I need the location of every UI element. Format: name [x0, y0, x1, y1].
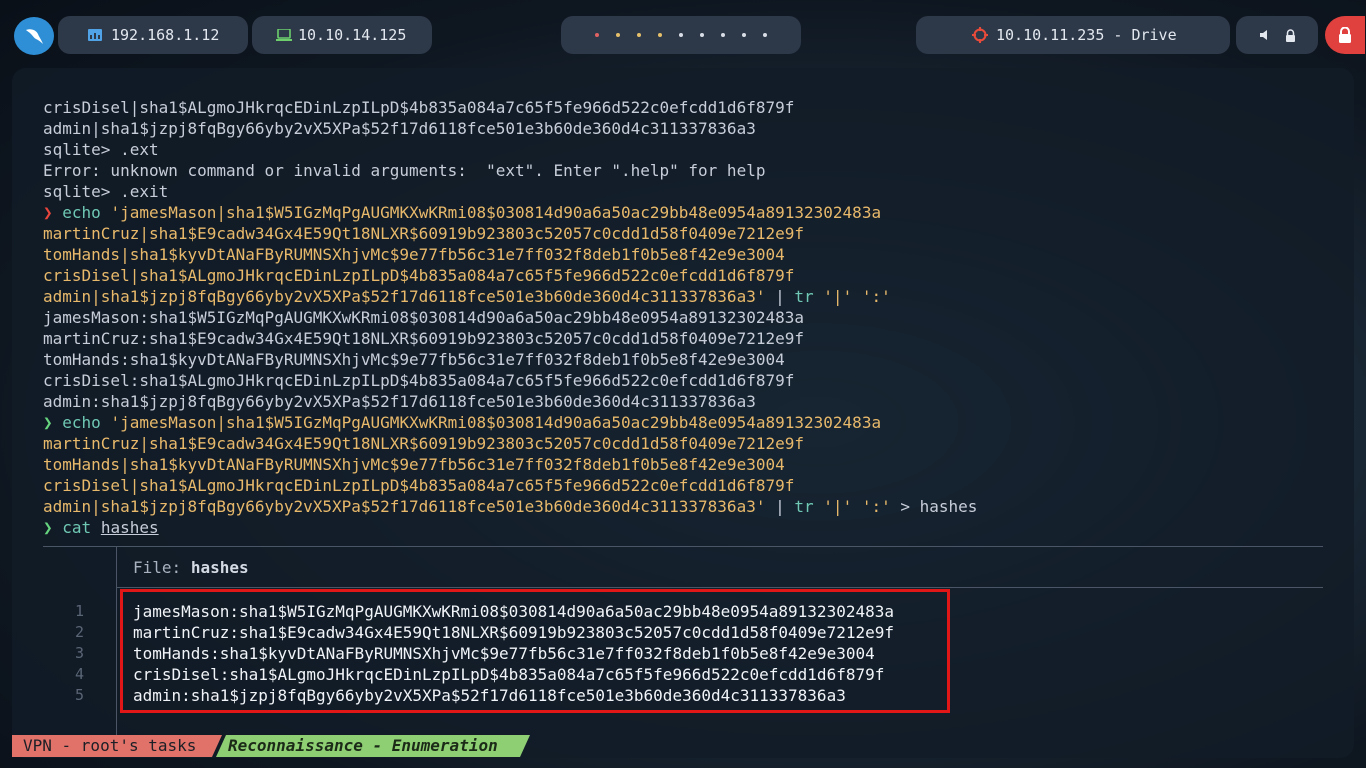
session-status-segment[interactable]: VPN - root's tasks	[12, 735, 222, 757]
terminal-line: Error: unknown command or invalid argume…	[43, 161, 766, 180]
line-number: 1	[74, 602, 84, 620]
tr-arguments: '|' ':'	[823, 497, 891, 516]
tmux-status-bar: VPN - root's tasks Reconnaissance - Enum…	[12, 735, 530, 757]
workspace-dot[interactable]	[616, 33, 620, 37]
target-text: 10.10.11.235 - Drive	[996, 26, 1177, 44]
window-status-segment[interactable]: Reconnaissance - Enumeration	[216, 735, 530, 757]
bat-content-divider	[116, 587, 1323, 588]
line-number: 4	[74, 665, 84, 683]
laptop-icon	[276, 29, 292, 41]
workspace-dot[interactable]	[658, 33, 662, 37]
target-widget[interactable]: 10.10.11.235 - Drive	[916, 16, 1230, 54]
prompt-arrow-icon: ❯	[43, 413, 53, 432]
echo-argument-end: admin|sha1$jzpj8fqBgy66yby2vX5XPa$52f17d…	[43, 497, 766, 516]
tr-arguments: '|' ':'	[823, 287, 891, 306]
power-lock-icon	[1339, 27, 1351, 43]
echo-continuation: crisDisel|sha1$ALgmoJHkrqcEDinLzpILpD$4b…	[43, 476, 795, 495]
workspace-dot[interactable]	[679, 33, 683, 37]
vpn-ip-widget[interactable]: 10.10.14.125	[252, 16, 432, 54]
echo-continuation: martinCruz|sha1$E9cadw34Gx4E59Qt18NLXR$6…	[43, 224, 804, 243]
prompt-arrow-icon: ❯	[43, 203, 53, 222]
hash-line: martinCruz:sha1$E9cadw34Gx4E59Qt18NLXR$6…	[133, 623, 894, 642]
hash-line: admin:sha1$jzpj8fqBgy66yby2vX5XPa$52f17d…	[133, 686, 846, 705]
echo-argument: 'jamesMason|sha1$W5IGzMqPgAUGMKXwKRmi08$…	[110, 413, 882, 432]
echo-continuation: admin|sha1$jzpj8fqBgy66yby2vX5XPa$52f17d…	[43, 497, 978, 516]
command-name: tr	[794, 287, 814, 306]
workspace-dot[interactable]	[721, 33, 725, 37]
bat-file-label: File:	[133, 558, 182, 577]
bat-file-name: hashes	[190, 558, 249, 577]
command-name: echo	[62, 203, 101, 222]
terminal-line: sqlite> .exit	[43, 182, 169, 201]
echo-continuation: crisDisel|sha1$ALgmoJHkrqcEDinLzpILpD$4b…	[43, 266, 795, 285]
bat-header-divider	[43, 546, 1323, 547]
kali-dragon-icon	[26, 29, 43, 44]
terminal-line: tomHands:sha1$kyvDtANaFByRUMNSXhjvMc$9e7…	[43, 350, 785, 369]
top-bar: 192.168.1.12 10.10.14.125 10.10.11.235 -…	[0, 0, 1366, 70]
command-name: echo	[62, 413, 101, 432]
hash-line: jamesMason:sha1$W5IGzMqPgAUGMKXwKRmi08$0…	[133, 602, 894, 621]
workspace-dot[interactable]	[763, 33, 767, 37]
launcher-button[interactable]	[14, 17, 54, 55]
redirect-target: > hashes	[900, 497, 978, 516]
echo-continuation: tomHands|sha1$kyvDtANaFByRUMNSXhjvMc$9e7…	[43, 455, 785, 474]
echo-argument: 'jamesMason|sha1$W5IGzMqPgAUGMKXwKRmi08$…	[110, 203, 882, 222]
prompt-arrow-icon: ❯	[43, 518, 53, 537]
bat-line-numbers: 1 2 3 4 5	[68, 601, 84, 706]
terminal-output: crisDisel|sha1$ALgmoJHkrqcEDinLzpILpD$4b…	[43, 97, 977, 538]
hash-line: crisDisel:sha1$ALgmoJHkrqcEDinLzpILpD$4b…	[133, 665, 885, 684]
workspace-dot[interactable]	[595, 33, 599, 37]
power-button[interactable]	[1325, 16, 1365, 54]
terminal-line: crisDisel|sha1$ALgmoJHkrqcEDinLzpILpD$4b…	[43, 98, 795, 117]
hash-line: tomHands:sha1$kyvDtANaFByRUMNSXhjvMc$9e7…	[133, 644, 875, 663]
terminal-line: admin|sha1$jzpj8fqBgy66yby2vX5XPa$52f17d…	[43, 119, 756, 138]
bat-gutter-divider	[116, 546, 117, 753]
vpn-ip-text: 10.10.14.125	[298, 26, 407, 44]
workspace-switcher[interactable]	[561, 16, 801, 54]
echo-continuation: martinCruz|sha1$E9cadw34Gx4E59Qt18NLXR$6…	[43, 434, 804, 453]
terminal-line: crisDisel:sha1$ALgmoJHkrqcEDinLzpILpD$4b…	[43, 371, 795, 390]
target-crosshair-icon	[972, 27, 988, 43]
command-name: cat	[62, 518, 92, 537]
terminal-line: sqlite> .ext	[43, 140, 159, 159]
line-number: 5	[74, 686, 84, 704]
command-line: ❯ cat hashes	[43, 517, 977, 538]
terminal-window[interactable]: crisDisel|sha1$ALgmoJHkrqcEDinLzpILpD$4b…	[12, 68, 1354, 758]
command-name: tr	[794, 497, 814, 516]
cat-file-argument[interactable]: hashes	[101, 518, 159, 537]
terminal-line: jamesMason:sha1$W5IGzMqPgAUGMKXwKRmi08$0…	[43, 308, 804, 327]
echo-continuation: tomHands|sha1$kyvDtANaFByRUMNSXhjvMc$9e7…	[43, 245, 785, 264]
workspace-dot[interactable]	[742, 33, 746, 37]
host-ip-widget[interactable]: 192.168.1.12	[58, 16, 248, 54]
workspace-dot[interactable]	[700, 33, 704, 37]
echo-argument-end: admin|sha1$jzpj8fqBgy66yby2vX5XPa$52f17d…	[43, 287, 766, 306]
lock-icon[interactable]	[1285, 28, 1296, 42]
volume-icon[interactable]	[1259, 29, 1271, 41]
network-icon	[88, 29, 102, 41]
command-line: ❯ echo 'jamesMason|sha1$W5IGzMqPgAUGMKXw…	[43, 412, 977, 433]
terminal-line: admin:sha1$jzpj8fqBgy66yby2vX5XPa$52f17d…	[43, 392, 756, 411]
workspace-dot[interactable]	[637, 33, 641, 37]
bat-file-content: jamesMason:sha1$W5IGzMqPgAUGMKXwKRmi08$0…	[133, 601, 894, 706]
command-line: ❯ echo 'jamesMason|sha1$W5IGzMqPgAUGMKXw…	[43, 202, 977, 223]
line-number: 2	[74, 623, 84, 641]
bat-file-header: File: hashes	[133, 558, 249, 577]
terminal-line: martinCruz:sha1$E9cadw34Gx4E59Qt18NLXR$6…	[43, 329, 804, 348]
system-tray	[1236, 16, 1318, 54]
echo-continuation: admin|sha1$jzpj8fqBgy66yby2vX5XPa$52f17d…	[43, 287, 891, 306]
line-number: 3	[74, 644, 84, 662]
host-ip-text: 192.168.1.12	[111, 26, 220, 44]
